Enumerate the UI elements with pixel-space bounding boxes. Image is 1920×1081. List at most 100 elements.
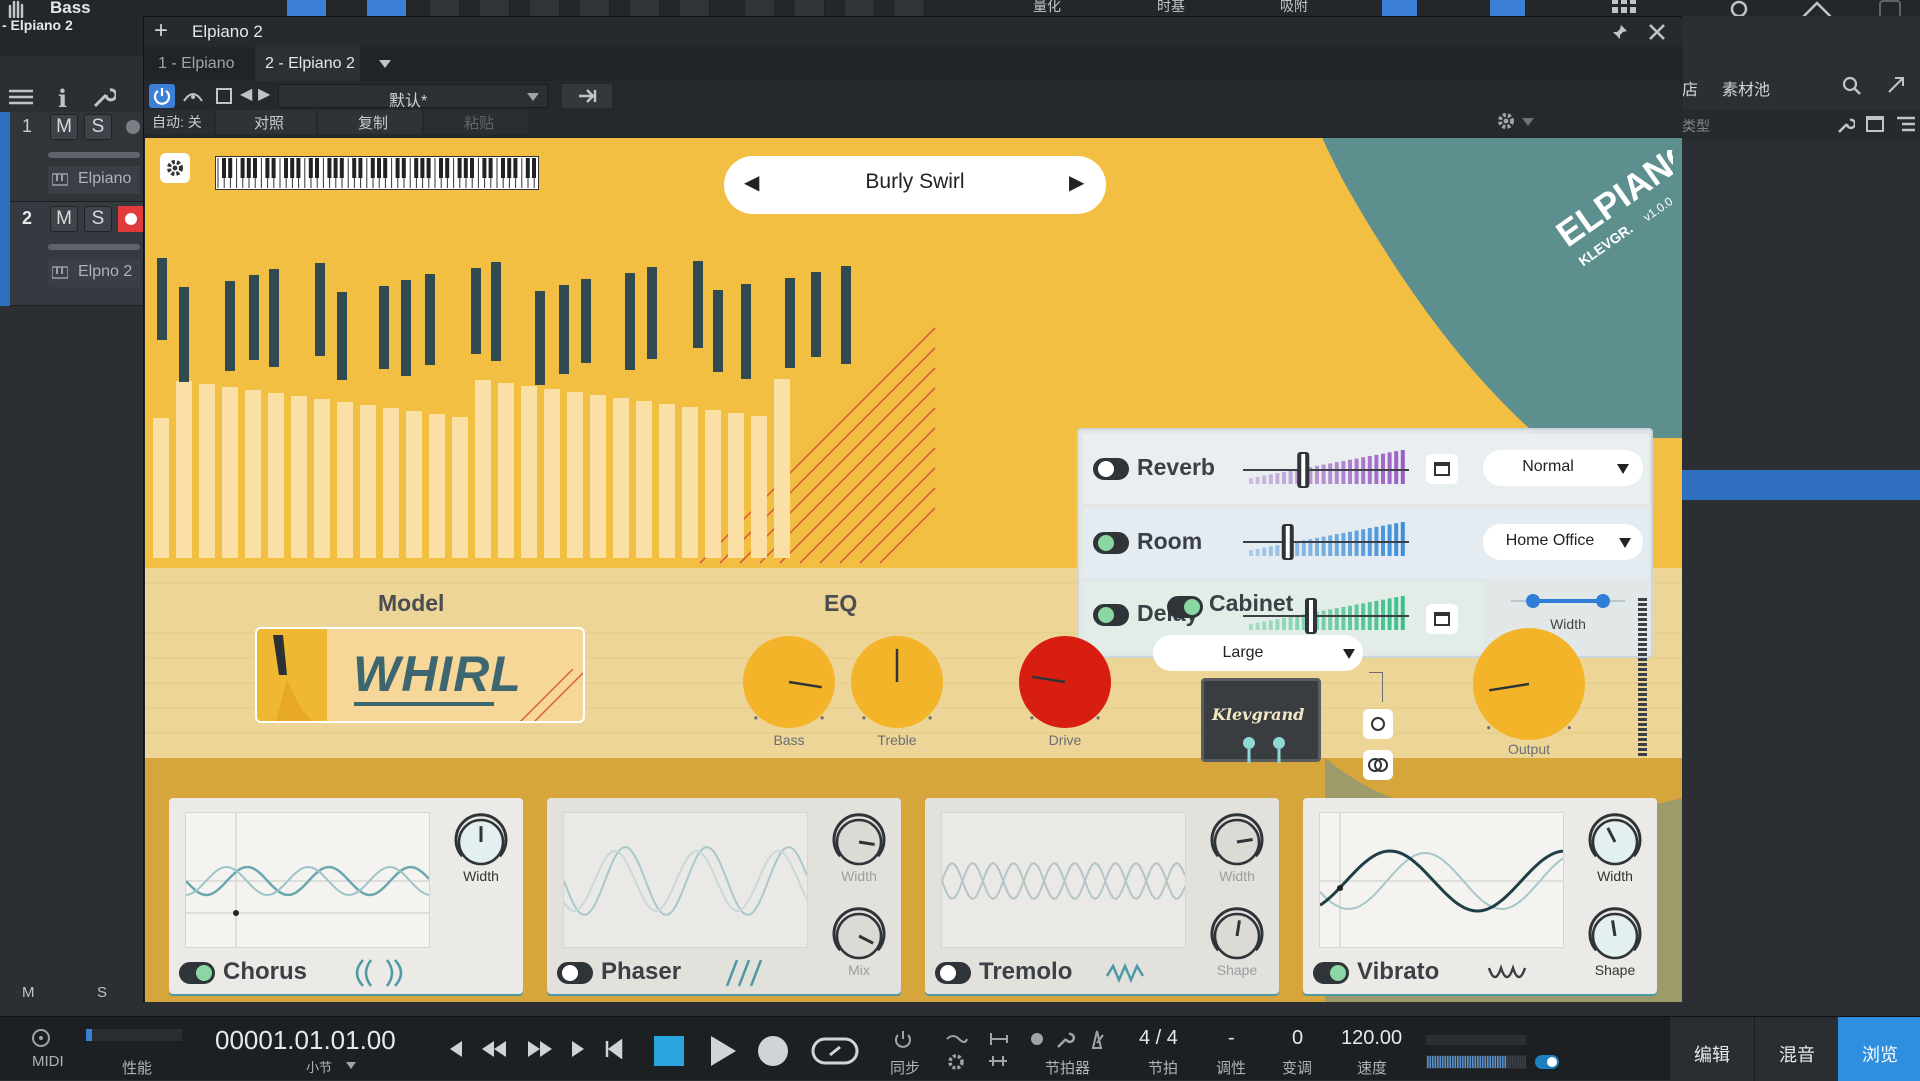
- skip-to-start-icon[interactable]: [604, 1039, 624, 1059]
- mute-tool-button[interactable]: [580, 0, 610, 16]
- instrument-selector[interactable]: Elpiano: [48, 166, 140, 194]
- tremolo-shape-knob[interactable]: [1207, 906, 1267, 966]
- tab-shop[interactable]: 店: [1682, 76, 1698, 100]
- level-toggle[interactable]: [1535, 1055, 1559, 1069]
- mute-button[interactable]: M: [50, 114, 78, 140]
- precount-icon[interactable]: [945, 1031, 969, 1047]
- view-mix-button[interactable]: 混音: [1754, 1017, 1838, 1081]
- pin-icon[interactable]: [1611, 23, 1629, 41]
- model-selector[interactable]: WHIRL: [255, 627, 585, 723]
- reverb-fader[interactable]: [1239, 444, 1414, 496]
- rewind-icon[interactable]: [480, 1039, 508, 1059]
- mini-keyboard[interactable]: [215, 156, 539, 190]
- time-signature[interactable]: 4 / 4: [1139, 1027, 1178, 1050]
- phaser-toggle[interactable]: [557, 962, 593, 984]
- mute-button[interactable]: M: [50, 206, 78, 232]
- instrument-selector[interactable]: Elpno 2: [48, 259, 140, 287]
- time-display[interactable]: 00001.01.01.00: [215, 1025, 396, 1056]
- solo-button[interactable]: S: [84, 206, 112, 232]
- treble-knob[interactable]: [843, 628, 951, 736]
- add-icon[interactable]: +: [154, 17, 168, 45]
- next-preset-arrow[interactable]: ▶: [1069, 170, 1084, 195]
- delay-toggle[interactable]: [1093, 604, 1129, 626]
- phaser-mix-knob[interactable]: [829, 906, 889, 966]
- click-settings-icon[interactable]: [987, 1053, 1009, 1069]
- snap-label[interactable]: 吸附: [1280, 0, 1308, 16]
- tremolo-width-knob[interactable]: [1207, 812, 1267, 872]
- pencil-tool-button[interactable]: [430, 0, 460, 16]
- room-mode-select[interactable]: Home Office: [1483, 524, 1643, 560]
- view-edit-button[interactable]: 编辑: [1670, 1017, 1754, 1081]
- loop-button[interactable]: [810, 1035, 860, 1067]
- track-row[interactable]: 1 M S Elpiano: [0, 112, 145, 202]
- cabinet-size-select[interactable]: Large: [1153, 635, 1363, 671]
- next-preset-icon[interactable]: ▶: [258, 84, 270, 104]
- paste-button[interactable]: 粘贴: [424, 110, 528, 134]
- record-button[interactable]: [758, 1036, 788, 1066]
- range-tool-button[interactable]: [367, 0, 407, 16]
- quantize-label[interactable]: 量化: [1033, 0, 1061, 16]
- key-value[interactable]: -: [1228, 1027, 1235, 1050]
- vibrato-width-knob[interactable]: [1585, 812, 1645, 872]
- metronome-dot[interactable]: [1031, 1033, 1043, 1045]
- compare-button[interactable]: 对照: [216, 110, 316, 134]
- tab-elpiano-2[interactable]: 2 - Elpiano 2: [255, 47, 360, 81]
- transpose-value[interactable]: 0: [1292, 1027, 1303, 1050]
- reverb-toggle[interactable]: [1093, 458, 1129, 480]
- paint-tool-button[interactable]: [530, 0, 560, 16]
- save-icon[interactable]: [216, 88, 232, 104]
- auto-off-button[interactable]: 自动: 关: [144, 110, 214, 134]
- eraser-tool-button[interactable]: [480, 0, 510, 16]
- wrench-icon[interactable]: [1056, 1031, 1076, 1049]
- grid-icon[interactable]: [1610, 0, 1638, 16]
- copy-button[interactable]: 复制: [318, 110, 422, 134]
- tool-button[interactable]: [795, 0, 825, 16]
- forward-icon[interactable]: [568, 1039, 588, 1059]
- preset-selector[interactable]: 默认*: [278, 84, 548, 110]
- tab-pool[interactable]: 素材池: [1722, 76, 1770, 100]
- mic-stereo-button[interactable]: [1363, 750, 1393, 780]
- mic-single-button[interactable]: [1363, 709, 1393, 739]
- chevron-down-icon[interactable]: [1522, 118, 1534, 126]
- split-tool-button[interactable]: [630, 0, 660, 16]
- sync-icon[interactable]: [892, 1029, 914, 1051]
- bass-knob[interactable]: [735, 628, 843, 736]
- play-button[interactable]: [708, 1034, 738, 1068]
- room-fader[interactable]: [1239, 516, 1414, 568]
- stop-button[interactable]: [654, 1036, 684, 1066]
- info-icon[interactable]: i: [58, 84, 67, 113]
- chorus-width-knob[interactable]: [451, 812, 511, 872]
- metronome-icon[interactable]: [1088, 1029, 1106, 1049]
- delay-width-slider[interactable]: [1503, 586, 1633, 616]
- gear-icon[interactable]: [1496, 111, 1516, 131]
- master-mute-label[interactable]: M: [22, 984, 35, 1001]
- selected-browser-item[interactable]: [1682, 470, 1920, 500]
- volume-fader[interactable]: [48, 244, 140, 250]
- timebase-label[interactable]: 时基: [1157, 0, 1185, 16]
- output-knob[interactable]: [1465, 620, 1593, 748]
- reverb-window-button[interactable]: [1426, 454, 1458, 484]
- tool-button[interactable]: [745, 0, 775, 16]
- arrow-tool-button[interactable]: [287, 0, 327, 16]
- automation-icon[interactable]: [182, 87, 204, 105]
- close-icon[interactable]: [1648, 23, 1666, 41]
- snap-toggle-button[interactable]: [1382, 0, 1418, 16]
- wrench-icon[interactable]: [1837, 116, 1855, 134]
- list-view-icon[interactable]: [1896, 116, 1916, 132]
- vibrato-shape-knob[interactable]: [1585, 906, 1645, 966]
- rewind-to-start-icon[interactable]: [446, 1039, 466, 1059]
- settings-button[interactable]: [160, 153, 190, 183]
- tremolo-toggle[interactable]: [935, 962, 971, 984]
- power-button[interactable]: [149, 84, 175, 108]
- view-browse-button[interactable]: 浏览: [1838, 1017, 1920, 1081]
- master-solo-label[interactable]: S: [97, 984, 107, 1001]
- solo-button[interactable]: S: [84, 114, 112, 140]
- room-toggle[interactable]: [1093, 532, 1129, 554]
- track-row[interactable]: 2 M S Elpno 2: [0, 202, 145, 306]
- gear-icon[interactable]: [947, 1053, 965, 1071]
- chorus-toggle[interactable]: [179, 962, 215, 984]
- volume-fader[interactable]: [48, 152, 140, 158]
- tool-button[interactable]: [1490, 0, 1526, 16]
- preset-browser[interactable]: ◀ Burly Swirl ▶: [724, 156, 1106, 214]
- tool-button[interactable]: [895, 0, 925, 16]
